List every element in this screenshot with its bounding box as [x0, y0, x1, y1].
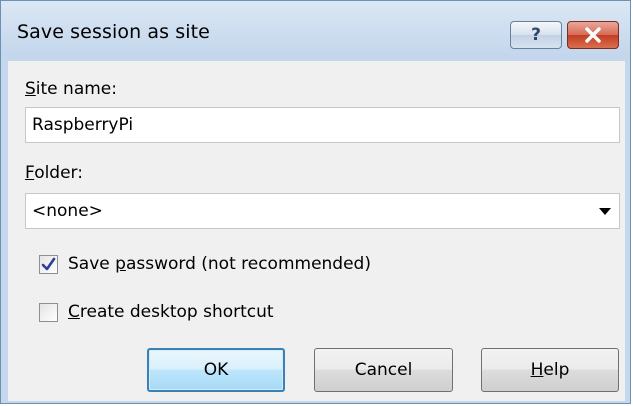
ok-button-label: OK: [203, 360, 229, 380]
save-session-dialog: Save session as site ? Site name: Raspbe…: [0, 0, 631, 404]
folder-label: Folder:: [25, 163, 83, 183]
help-button-label: Help: [530, 360, 570, 380]
desktop-shortcut-checkbox[interactable]: [39, 303, 58, 322]
site-name-input[interactable]: RaspberryPi: [25, 107, 620, 143]
desktop-shortcut-label[interactable]: Create desktop shortcut: [68, 302, 274, 322]
folder-select[interactable]: <none>: [25, 193, 620, 229]
checkmark-icon: [41, 257, 56, 271]
save-password-label[interactable]: Save password (not recommended): [68, 254, 371, 274]
dropdown-arrow-icon[interactable]: [599, 208, 611, 215]
site-name-label: Site name:: [25, 79, 117, 99]
dialog-title: Save session as site: [17, 21, 210, 43]
cancel-button[interactable]: Cancel: [314, 348, 453, 392]
save-password-checkbox[interactable]: [39, 255, 58, 274]
dialog-body: Site name: RaspberryPi Folder: <none> Sa…: [8, 61, 625, 401]
site-name-value: RaspberryPi: [32, 115, 134, 135]
ok-button[interactable]: OK: [147, 348, 285, 392]
question-mark-icon: ?: [531, 25, 541, 45]
cancel-button-label: Cancel: [354, 360, 413, 380]
help-button[interactable]: Help: [481, 348, 619, 392]
folder-selected-value: <none>: [32, 201, 103, 221]
close-icon: [585, 27, 601, 43]
title-bar[interactable]: Save session as site ?: [1, 1, 630, 57]
close-button[interactable]: [567, 21, 619, 49]
title-help-button[interactable]: ?: [510, 21, 562, 49]
